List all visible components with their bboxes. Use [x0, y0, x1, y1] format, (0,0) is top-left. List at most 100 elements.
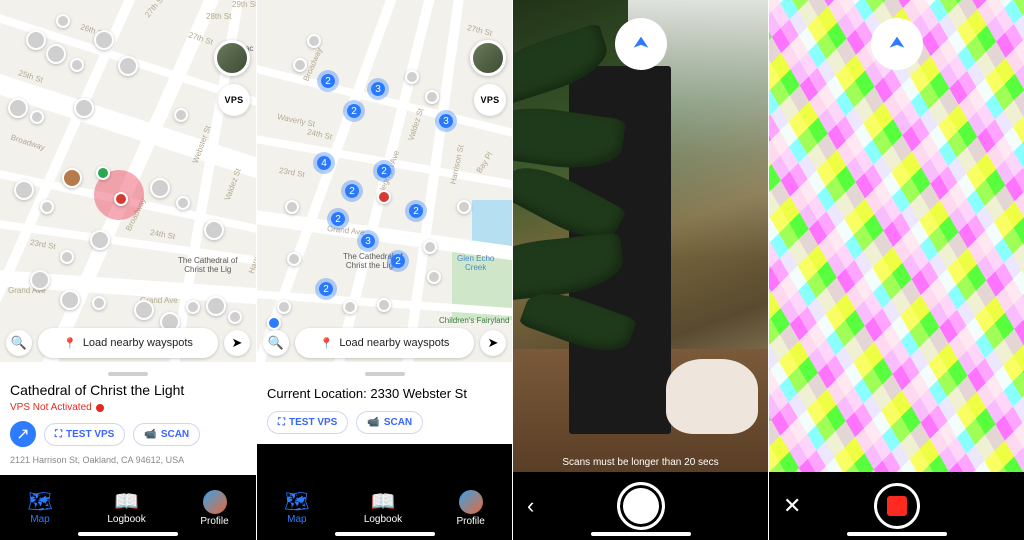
wayspot-pin[interactable] [425, 90, 439, 104]
load-wayspots-label: Load nearby wayspots [83, 337, 193, 349]
cluster-pin[interactable]: 2 [315, 278, 337, 300]
cluster-pin[interactable]: 2 [373, 160, 395, 182]
search-button[interactable]: 🔍 [263, 330, 289, 356]
recenter-button[interactable]: ➤ [480, 330, 506, 356]
poi-label: Children's Fairyland [439, 316, 509, 325]
wayspot-pin[interactable] [307, 34, 321, 48]
wayspot-pin[interactable] [427, 270, 441, 284]
wayspot-pin[interactable] [46, 44, 66, 64]
wayspot-pin[interactable] [60, 250, 74, 264]
book-icon: 📖 [371, 492, 396, 512]
wayspot-pin[interactable] [186, 300, 200, 314]
wayspot-pin[interactable] [457, 200, 471, 214]
wayspot-pin[interactable] [30, 110, 44, 124]
test-vps-button[interactable]: ⛶TEST VPS [267, 411, 348, 434]
wayspot-pin[interactable] [62, 168, 82, 188]
tab-label: Profile [200, 516, 228, 527]
wayspot-pin[interactable] [30, 270, 50, 290]
scan-button[interactable]: 📹SCAN [356, 411, 423, 434]
wayspot-pin[interactable] [377, 190, 391, 204]
drag-handle[interactable] [108, 372, 148, 376]
tab-logbook[interactable]: 📖Logbook [107, 492, 145, 525]
recenter-button[interactable]: ➤ [224, 330, 250, 356]
wayspot-pin[interactable] [423, 240, 437, 254]
wayspot-pin[interactable] [176, 196, 190, 210]
wayspot-pin[interactable] [56, 14, 70, 28]
search-button[interactable]: 🔍 [6, 330, 32, 356]
cluster-pin[interactable]: 2 [405, 200, 427, 222]
drag-handle[interactable] [365, 372, 405, 376]
wayspot-pin[interactable] [377, 298, 391, 312]
vps-chip[interactable]: VPS [218, 84, 250, 116]
vps-chip[interactable]: VPS [474, 84, 506, 116]
tab-profile[interactable]: Profile [456, 490, 484, 527]
wayspot-pin[interactable] [204, 220, 224, 240]
wayspot-pin[interactable] [14, 180, 34, 200]
shutter-button[interactable] [617, 482, 665, 530]
wayspot-pin[interactable] [118, 56, 138, 76]
wayspot-pin[interactable] [287, 252, 301, 266]
cluster-pin[interactable]: 2 [317, 70, 339, 92]
wayspot-pin[interactable] [26, 30, 46, 50]
camera-icon: 📹 [367, 417, 379, 428]
book-icon: 📖 [114, 492, 139, 512]
cluster-pin[interactable]: 2 [343, 100, 365, 122]
wayspot-pin[interactable] [277, 300, 291, 314]
scan-button[interactable]: 📹SCAN [133, 423, 200, 446]
wayspot-pin[interactable] [74, 98, 94, 118]
wayspot-pin[interactable] [90, 230, 110, 250]
wayspot-pin[interactable] [343, 300, 357, 314]
cluster-pin[interactable]: 2 [387, 250, 409, 272]
wayspot-pin[interactable] [8, 98, 28, 118]
cluster-pin[interactable]: 2 [341, 180, 363, 202]
wayspot-pin[interactable] [228, 310, 242, 324]
cluster-pin[interactable]: 3 [367, 78, 389, 100]
load-wayspots-button[interactable]: 📍 Load nearby wayspots [295, 328, 474, 358]
wayspot-pin[interactable] [94, 30, 114, 50]
stop-record-button[interactable] [874, 483, 920, 529]
wayspot-pin[interactable] [92, 296, 106, 310]
home-indicator [335, 532, 435, 536]
screenshot-scan-recording: 00:25 ✕ [768, 0, 1024, 540]
tab-map[interactable]: 🗺Map [284, 492, 309, 525]
wayspot-pin[interactable] [40, 200, 54, 214]
wayspot-pin[interactable] [285, 200, 299, 214]
wayspot-pin[interactable] [405, 70, 419, 84]
tab-map[interactable]: 🗺Map [27, 492, 52, 525]
vps-status-label: VPS Not Activated [10, 402, 92, 413]
wayspot-pin[interactable] [206, 296, 226, 316]
wayspot-pin[interactable] [70, 58, 84, 72]
location-arrow-icon: ➤ [488, 335, 499, 351]
cluster-pin[interactable]: 3 [435, 110, 457, 132]
share-button[interactable]: ↗ [10, 421, 36, 447]
wayspot-pin[interactable] [134, 300, 154, 320]
camera-viewfinder-mesh[interactable] [769, 0, 1024, 472]
compass-indicator [871, 18, 923, 70]
map-canvas[interactable]: Broadway 23rd St 24th St Grand Ave Teleg… [257, 0, 512, 362]
scan-label: SCAN [161, 429, 189, 440]
wayspot-pin[interactable] [174, 108, 188, 122]
tab-profile[interactable]: Profile [200, 490, 228, 527]
back-button[interactable]: ‹ [527, 495, 534, 517]
cluster-pin[interactable]: 3 [357, 230, 379, 252]
map-canvas[interactable]: Broadway 25th St 26th St 27th St 27th St… [0, 0, 256, 362]
street-label: 28th St [206, 12, 231, 21]
camera-viewfinder[interactable] [513, 0, 768, 472]
user-avatar[interactable] [214, 40, 250, 76]
load-wayspots-button[interactable]: 📍 Load nearby wayspots [38, 328, 218, 358]
close-button[interactable]: ✕ [783, 495, 801, 517]
pin-icon: 📍 [320, 337, 334, 350]
wayspot-pin[interactable] [293, 58, 307, 72]
map-pin-selected[interactable] [114, 192, 128, 206]
cluster-pin[interactable]: 2 [327, 208, 349, 230]
wayspot-pin[interactable] [150, 178, 170, 198]
wayspot-pin[interactable] [60, 290, 80, 310]
home-indicator [847, 532, 947, 536]
cluster-pin[interactable]: 4 [313, 152, 335, 174]
test-vps-button[interactable]: ⛶TEST VPS [44, 423, 125, 446]
map-pin[interactable] [96, 166, 110, 180]
wayspot-title: Cathedral of Christ the Light [10, 382, 246, 398]
tab-logbook[interactable]: 📖Logbook [364, 492, 402, 525]
compass-arrow-icon [886, 33, 908, 55]
user-avatar[interactable] [470, 40, 506, 76]
